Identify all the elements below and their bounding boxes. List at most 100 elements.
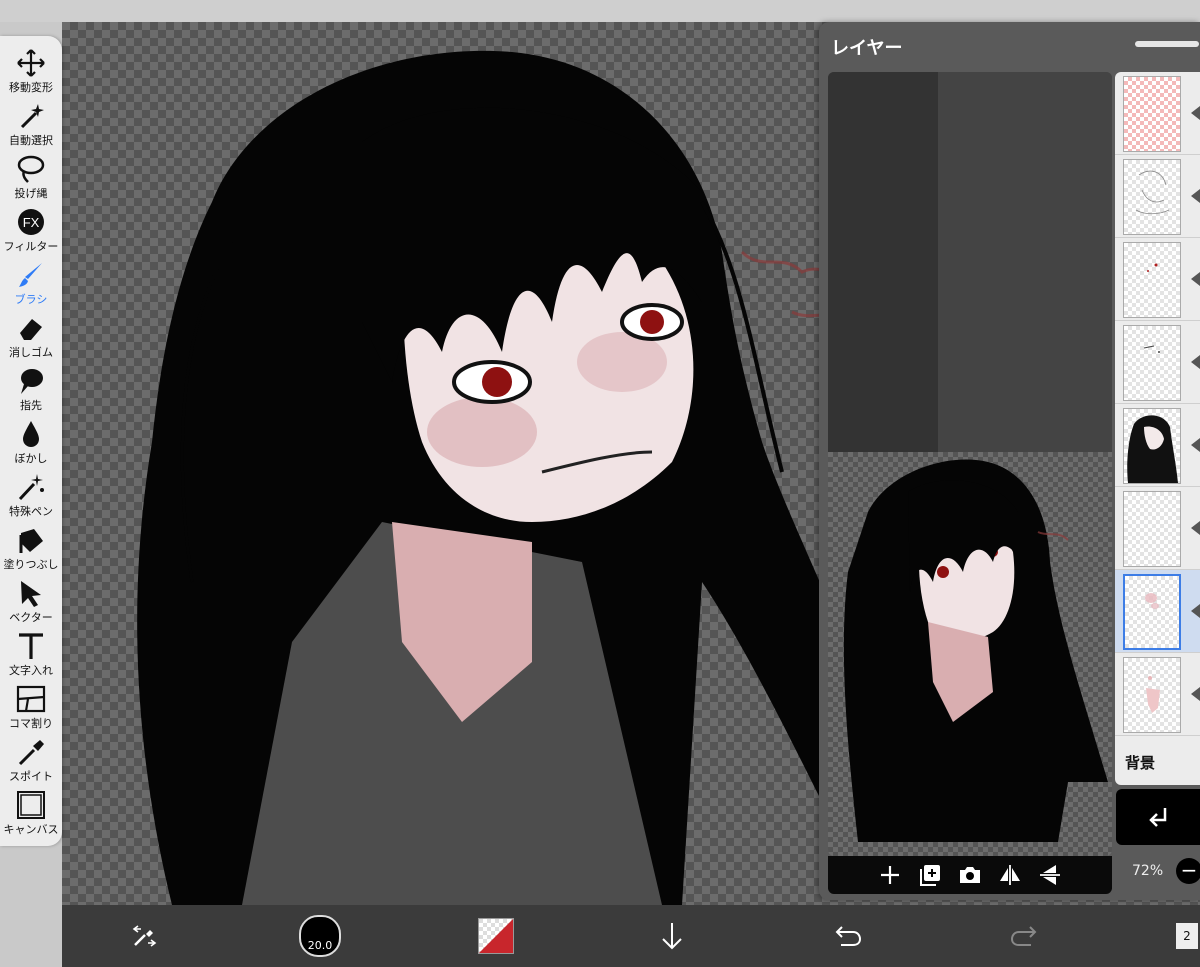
brush-eraser-toggle-button[interactable] [122, 905, 166, 967]
eyedropper-icon [18, 740, 44, 766]
color-picker-button[interactable] [474, 905, 518, 967]
tool-frame[interactable]: コマ割り [0, 678, 62, 731]
tool-palette: 移動変形 自動選択 投げ縄 FX フィルター ブラシ 消しゴム 指先 ぼかし 特… [0, 36, 62, 846]
tool-filter[interactable]: FX フィルター [0, 201, 62, 254]
tool-label: 投げ縄 [14, 187, 48, 200]
opacity-value: 72% [1132, 863, 1164, 879]
drop-icon [23, 421, 39, 447]
layer-thumbnail [1123, 242, 1181, 318]
panel-frame-icon [16, 685, 46, 713]
undo-button[interactable] [826, 905, 870, 967]
merge-down-arrow-icon [1149, 808, 1167, 827]
layer-menu-arrow-icon[interactable] [1191, 438, 1200, 452]
finger-icon [21, 369, 43, 394]
layer-thumbnail [1123, 159, 1181, 235]
tool-magic-wand[interactable]: 自動選択 [0, 95, 62, 148]
tool-smudge[interactable]: 指先 [0, 360, 62, 413]
status-bar [0, 0, 1200, 22]
tool-label: ぼかし [14, 452, 48, 465]
layer-skin-preview [1145, 593, 1159, 609]
fx-icon: FX [18, 209, 44, 235]
layer-item[interactable] [1115, 404, 1200, 487]
tool-label: ブラシ [14, 293, 48, 306]
layer-menu-arrow-icon[interactable] [1191, 189, 1200, 203]
layer-panel: レイヤー 背景 72% − [819, 22, 1200, 900]
redo-button[interactable] [1002, 905, 1046, 967]
page-indicator: 2 [1176, 923, 1198, 949]
layer-skin-light-preview [1146, 676, 1160, 713]
tool-fill[interactable]: 塗りつぶし [0, 519, 62, 572]
tool-label: フィルター [3, 240, 59, 253]
layer-menu-arrow-icon[interactable] [1191, 272, 1200, 286]
brush-size-button[interactable]: 20.0 [298, 905, 342, 967]
tool-brush[interactable]: ブラシ [0, 254, 62, 307]
tool-label: 指先 [20, 399, 42, 412]
layer-menu-arrow-icon[interactable] [1191, 106, 1200, 120]
merge-down-button[interactable] [1116, 789, 1200, 845]
color-swatch [478, 918, 514, 954]
layer-dots-preview [1143, 345, 1160, 353]
brush-size-indicator: 20.0 [299, 915, 341, 957]
layer-item[interactable] [1115, 155, 1200, 238]
tool-label: キャンバス [3, 823, 59, 836]
layer-item[interactable] [1115, 487, 1200, 570]
move-arrows-icon [17, 49, 45, 77]
redo-icon [1010, 926, 1037, 946]
tool-canvas[interactable]: キャンバス [0, 784, 62, 837]
tool-label: 自動選択 [9, 134, 53, 147]
cursor-arrow-icon [21, 581, 41, 607]
tool-label: 塗りつぶし [3, 558, 59, 571]
layer-menu-arrow-icon[interactable] [1191, 355, 1200, 369]
tool-label: ベクター [9, 611, 53, 624]
layer-thumbnail [1123, 76, 1181, 152]
tool-special-pen[interactable]: 特殊ペン [0, 466, 62, 519]
flip-horizontal-icon [1000, 865, 1020, 885]
tool-lasso[interactable]: 投げ縄 [0, 148, 62, 201]
flip-vertical-icon [1040, 865, 1060, 885]
page-indicator-button[interactable]: 2 [1174, 905, 1200, 967]
layer-down-button[interactable] [650, 905, 694, 967]
tool-vector[interactable]: ベクター [0, 572, 62, 625]
tool-label: スポイト [9, 770, 53, 783]
tool-label: 特殊ペン [9, 505, 53, 518]
layer-menu-arrow-icon[interactable] [1191, 604, 1200, 618]
layer-actions-bar [828, 856, 1112, 894]
flip-horizontal-button[interactable] [995, 860, 1025, 890]
layer-dots-preview [1147, 263, 1158, 272]
layer-thumbnail [1123, 491, 1181, 567]
layer-item[interactable] [1115, 72, 1200, 155]
bucket-icon [19, 529, 43, 553]
panel-drag-handle[interactable] [1135, 41, 1199, 47]
tool-label: 文字入れ [9, 664, 53, 677]
magic-wand-icon [20, 104, 44, 129]
layer-sketch-preview [1135, 170, 1170, 215]
plus-icon [881, 866, 899, 884]
layer-menu-arrow-icon[interactable] [1191, 521, 1200, 535]
background-layer-label[interactable]: 背景 [1125, 752, 1155, 773]
opacity-decrease-button[interactable]: − [1176, 858, 1200, 884]
tool-label: コマ割り [9, 717, 53, 730]
bottom-toolbar: 20.0 2 [62, 905, 1200, 967]
layer-item[interactable] [1115, 653, 1200, 736]
import-photo-button[interactable] [955, 860, 985, 890]
tool-label: 移動変形 [9, 81, 53, 94]
layer-menu-arrow-icon[interactable] [1191, 687, 1200, 701]
layer-thumbnail [1123, 408, 1181, 484]
flip-vertical-button[interactable] [1035, 860, 1065, 890]
eraser-icon [20, 319, 42, 340]
lasso-icon [17, 155, 45, 183]
layer-item-selected[interactable] [1115, 570, 1200, 653]
layer-item[interactable] [1115, 321, 1200, 404]
svg-text:FX: FX [23, 215, 40, 230]
layer-item[interactable] [1115, 238, 1200, 321]
tool-move[interactable]: 移動変形 [0, 42, 62, 95]
duplicate-layer-button[interactable] [915, 860, 945, 890]
canvas-square-icon [17, 791, 45, 819]
add-layer-button[interactable] [875, 860, 905, 890]
layer-opacity-control[interactable]: 72% − [1116, 850, 1200, 890]
tool-blur[interactable]: ぼかし [0, 413, 62, 466]
tool-eraser[interactable]: 消しゴム [0, 307, 62, 360]
tool-eyedropper[interactable]: スポイト [0, 731, 62, 784]
layer-thumbnail [1123, 574, 1181, 650]
tool-text[interactable]: 文字入れ [0, 625, 62, 678]
